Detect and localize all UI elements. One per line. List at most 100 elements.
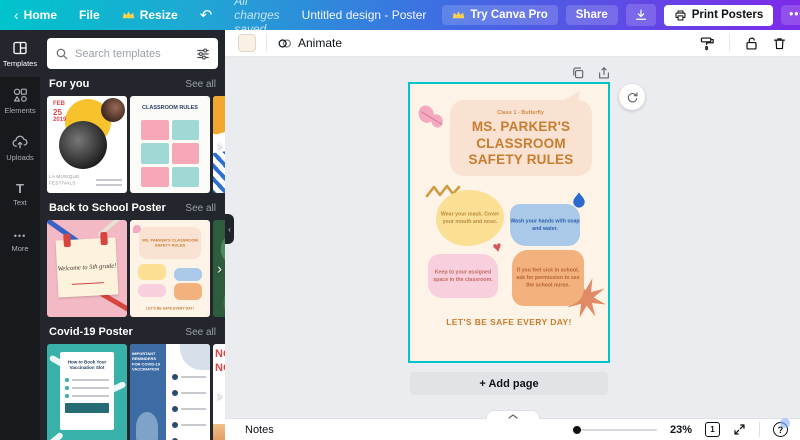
row-next-chevron[interactable]: › (217, 260, 222, 277)
toolbar-separator (729, 34, 730, 52)
sidebar-item-templates[interactable]: Templates (0, 30, 40, 77)
design-title[interactable]: Untitled design - Poster (302, 8, 427, 22)
help-button[interactable]: ? (773, 422, 788, 437)
template-thumb-classroom-rules[interactable]: CLASSROOM RULES (130, 96, 210, 193)
list-row (65, 394, 109, 398)
more-options-button[interactable]: ••• (781, 5, 800, 25)
print-posters-button[interactable]: Print Posters (664, 5, 774, 26)
trash-icon[interactable] (772, 36, 787, 51)
sidebar-item-more[interactable]: ••• More (0, 218, 40, 265)
zoom-slider-handle[interactable] (573, 426, 581, 434)
see-all-link[interactable]: See all (185, 79, 216, 91)
text-line (72, 395, 109, 397)
search-box[interactable] (47, 38, 218, 69)
reminders-title: IMPORTANT REMINDERS FOR COVID-19 VACCINA… (132, 352, 164, 373)
see-all-link[interactable]: See all (185, 203, 216, 215)
animate-button[interactable]: Animate (277, 36, 342, 51)
undo-icon: ↶ (200, 6, 213, 24)
vaccine-title: How to Book Your Vaccination Slot (64, 359, 110, 370)
paint-roller-icon[interactable] (700, 36, 715, 51)
rule-card-wash[interactable]: Wash your hands with soap and water. (510, 204, 580, 246)
notes-button[interactable]: Notes (245, 424, 274, 436)
person-graphic (136, 412, 158, 440)
rules-grid (141, 120, 199, 187)
page-actions (571, 66, 611, 80)
title-speech-bubble[interactable]: Class 1 - Butterfly MS. PARKER'S CLASSRO… (450, 100, 592, 176)
poster-footer[interactable]: LET'S BE SAFE EVERY DAY! (410, 317, 608, 327)
template-thumb-vaccination[interactable]: How to Book Your Vaccination Slot (47, 344, 127, 440)
left-panel: IMPORTANT REMINDERS FOR COVID-19 VACCINA… (130, 344, 166, 440)
mini-footer: LET'S BE SAFE EVERY DAY! (130, 307, 210, 312)
share-button[interactable]: Share (566, 5, 618, 25)
note-text: Welcome to 5th grade! (57, 262, 117, 273)
lock-icon[interactable] (744, 36, 759, 51)
template-thumb-parker-mini[interactable]: MS. PARKER'S CLASSROOM SAFETY RULES LET'… (130, 220, 210, 317)
rule-card-space[interactable]: Keep to your assigned space in the class… (428, 254, 498, 298)
numbered-row (172, 374, 206, 380)
text-line (96, 184, 122, 186)
file-menu[interactable]: File (79, 8, 100, 22)
rule-card-sick[interactable]: If you feel sick in school, ask for perm… (512, 250, 584, 306)
template-thumb-welcome[interactable]: Welcome to 5th grade! (47, 220, 127, 317)
canvas-toolbar: Animate (225, 30, 800, 57)
duplicate-page-icon[interactable] (571, 66, 585, 80)
filter-icon[interactable] (196, 47, 210, 61)
shuffle-icon (626, 91, 639, 104)
see-all-link[interactable]: See all (185, 327, 216, 339)
file-label: File (79, 8, 100, 22)
illustration-blob (180, 344, 210, 370)
template-thumb-reminders[interactable]: IMPORTANT REMINDERS FOR COVID-19 VACCINA… (130, 344, 210, 440)
undo-button[interactable]: ↶ (200, 6, 213, 24)
fullscreen-icon[interactable] (733, 423, 746, 436)
pill-graphic (48, 432, 64, 440)
number-dot (172, 422, 178, 428)
row-next-chevron[interactable]: › (217, 387, 222, 404)
more-dots-icon: ••• (789, 9, 800, 21)
add-page-button[interactable]: + Add page (410, 372, 608, 395)
poster-caption: LA MUSIQUE FESTIVALS (49, 169, 93, 191)
sidebar-item-text[interactable]: T Text (0, 171, 40, 218)
zoom-level[interactable]: 23% (670, 424, 692, 436)
add-page-label: + Add page (479, 378, 538, 390)
gradient-graphic (213, 424, 225, 440)
text-line (181, 408, 206, 410)
uploads-icon (12, 134, 28, 150)
panel-collapse-tab[interactable]: ‹ (225, 214, 234, 244)
class-label: Class 1 - Butterfly (498, 110, 545, 116)
download-button[interactable] (626, 4, 656, 26)
sidebar-item-elements[interactable]: Elements (0, 77, 40, 124)
sidebar-item-uploads[interactable]: Uploads (0, 124, 40, 171)
export-page-icon[interactable] (597, 66, 611, 80)
printer-icon (674, 9, 687, 22)
resize-button[interactable]: Resize (122, 8, 178, 22)
rule-card-mask[interactable]: Wear your mask. Cover your mouth and nos… (436, 190, 504, 246)
template-thumb-musique[interactable]: FEB 25 2019 LA MUSIQUE FESTIVALS (47, 96, 127, 193)
photo-circle-graphic (59, 121, 107, 169)
top-bar: ‹ Home File Resize ↶ All changes saved U… (0, 0, 800, 30)
templates-panel: For you See all FEB 25 2019 LA MUSIQUE F… (40, 30, 225, 440)
page-count-button[interactable]: 1 (705, 422, 720, 437)
style-shuffle-button[interactable] (619, 84, 645, 110)
rail-label: Elements (4, 106, 35, 115)
share-label: Share (576, 9, 608, 21)
text-line (96, 179, 122, 181)
bottom-panel-pull-tab[interactable] (486, 410, 540, 419)
row-next-chevron[interactable]: › (217, 136, 222, 153)
no-line: NO (215, 362, 225, 376)
text-line (181, 424, 206, 426)
bottom-bar-right: 23% 1 ? (573, 422, 788, 437)
animate-icon (277, 36, 292, 51)
templates-icon (12, 40, 28, 56)
title-text: CLASSROOM RULES (130, 104, 210, 112)
zoom-slider[interactable] (573, 429, 657, 431)
text-line (72, 387, 109, 389)
resize-label: Resize (140, 8, 178, 22)
poster-page[interactable]: Class 1 - Butterfly MS. PARKER'S CLASSRO… (410, 84, 608, 361)
vaccine-card: How to Book Your Vaccination Slot (60, 352, 114, 430)
home-button[interactable]: ‹ Home (14, 7, 57, 23)
section-title: Covid-19 Poster (49, 326, 133, 338)
try-canva-pro-button[interactable]: Try Canva Pro (442, 5, 557, 25)
search-input[interactable] (75, 48, 190, 60)
rule-text: Keep to your assigned space in the class… (428, 268, 498, 283)
background-color-swatch[interactable] (238, 34, 256, 52)
